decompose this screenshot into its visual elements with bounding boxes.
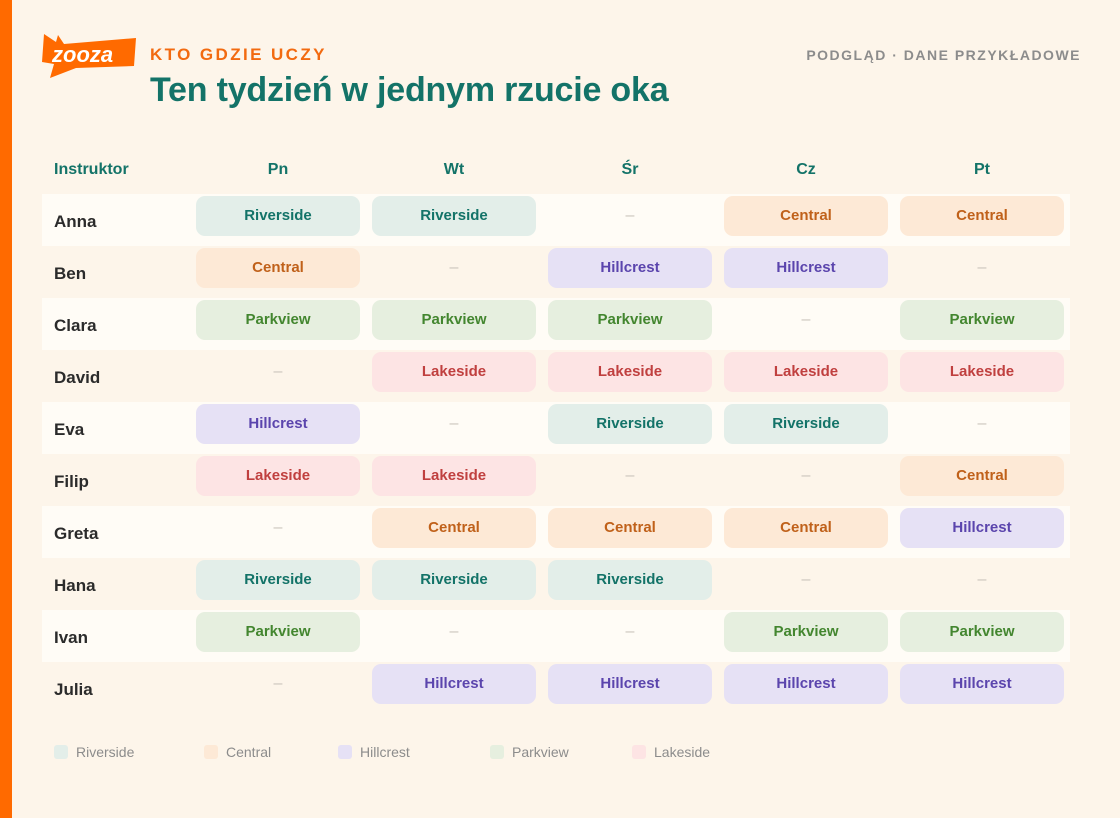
- location-chip-wed[interactable]: Lakeside: [548, 352, 712, 392]
- empty-cell-fri: –: [977, 259, 987, 276]
- empty-cell-fri: –: [977, 571, 987, 588]
- table-row: Filip Lakeside Lakeside – – Central: [42, 454, 1070, 506]
- page-kicker: KTO GDZIE UCZY: [150, 45, 327, 64]
- empty-cell-thu: –: [801, 467, 811, 484]
- location-chip-thu[interactable]: Central: [724, 508, 888, 548]
- instructor-name: Hana: [54, 576, 96, 595]
- legend-item: Parkview: [490, 742, 569, 762]
- empty-cell-fri: –: [977, 415, 987, 432]
- instructor-name: Greta: [54, 524, 99, 543]
- empty-cell-tue: –: [449, 623, 459, 640]
- empty-cell-mon: –: [273, 675, 283, 692]
- legend-item: Central: [204, 742, 271, 762]
- accent-bar: [0, 0, 12, 818]
- legend-label: Central: [226, 744, 272, 760]
- legend-item: Riverside: [54, 742, 134, 762]
- empty-cell-thu: –: [801, 311, 811, 328]
- day-header-thu: Cz: [796, 161, 816, 178]
- table-header: Instruktor Pn Wt Śr Cz Pt: [42, 150, 1070, 190]
- location-chip-fri[interactable]: Central: [900, 196, 1064, 236]
- instructor-name: David: [54, 368, 101, 387]
- location-chip-thu[interactable]: Hillcrest: [724, 664, 888, 704]
- instructor-name: Anna: [54, 212, 97, 231]
- day-header-fri: Pt: [974, 161, 990, 178]
- day-header-tue: Wt: [443, 161, 465, 178]
- location-chip-mon[interactable]: Central: [196, 248, 360, 288]
- page-title: Ten tydzień w jednym rzucie oka: [150, 71, 669, 109]
- location-chip-thu[interactable]: Parkview: [724, 612, 888, 652]
- location-chip-mon[interactable]: Lakeside: [196, 456, 360, 496]
- location-chip-mon[interactable]: Hillcrest: [196, 404, 360, 444]
- location-chip-tue[interactable]: Parkview: [372, 300, 536, 340]
- empty-cell-wed: –: [625, 207, 635, 224]
- location-chip-fri[interactable]: Central: [900, 456, 1064, 496]
- location-chip-fri[interactable]: Hillcrest: [900, 508, 1064, 548]
- location-chip-thu[interactable]: Lakeside: [724, 352, 888, 392]
- instructor-name: Eva: [54, 420, 85, 439]
- table-row: Greta – Central Central Central Hillcrest: [42, 506, 1070, 558]
- location-chip-mon[interactable]: Parkview: [196, 300, 360, 340]
- location-chip-fri[interactable]: Parkview: [900, 300, 1064, 340]
- legend-label: Riverside: [76, 744, 135, 760]
- location-chip-mon[interactable]: Riverside: [196, 560, 360, 600]
- instructor-name: Ben: [54, 264, 87, 283]
- table-row: David – Lakeside Lakeside Lakeside Lakeside: [42, 350, 1070, 402]
- legend-swatch: [490, 745, 504, 759]
- instructor-name: Julia: [54, 680, 93, 699]
- location-chip-tue[interactable]: Central: [372, 508, 536, 548]
- location-chip-wed[interactable]: Hillcrest: [548, 248, 712, 288]
- table-row: Julia – Hillcrest Hillcrest Hillcrest Hillcre…: [42, 662, 1070, 714]
- legend-label: Parkview: [512, 744, 569, 760]
- empty-cell-wed: –: [625, 467, 635, 484]
- location-chip-thu[interactable]: Central: [724, 196, 888, 236]
- location-chip-wed[interactable]: Parkview: [548, 300, 712, 340]
- legend-item: Hillcrest: [338, 742, 410, 762]
- instructor-name: Clara: [54, 316, 97, 335]
- empty-cell-tue: –: [449, 415, 459, 432]
- table-row: Ivan Parkview – – Parkview Parkview: [42, 610, 1070, 662]
- empty-cell-tue: –: [449, 259, 459, 276]
- zooza-logo: zooza: [42, 34, 136, 78]
- empty-cell-wed: –: [625, 623, 635, 640]
- location-chip-tue[interactable]: Lakeside: [372, 456, 536, 496]
- location-chip-wed[interactable]: Riverside: [548, 404, 712, 444]
- location-chip-thu[interactable]: Riverside: [724, 404, 888, 444]
- table-row: Hana Riverside Riverside Riverside – –: [42, 558, 1070, 610]
- location-chip-wed[interactable]: Riverside: [548, 560, 712, 600]
- location-chip-tue[interactable]: Riverside: [372, 196, 536, 236]
- location-chip-tue[interactable]: Riverside: [372, 560, 536, 600]
- location-chip-wed[interactable]: Central: [548, 508, 712, 548]
- instructor-name: Ivan: [54, 628, 89, 647]
- day-header-mon: Pn: [267, 161, 289, 178]
- legend-label: Hillcrest: [360, 744, 410, 760]
- empty-cell-mon: –: [273, 363, 283, 380]
- legend-item: Lakeside: [632, 742, 710, 762]
- legend-label: Lakeside: [654, 744, 711, 760]
- legend-swatch: [204, 745, 218, 759]
- table-row: Eva Hillcrest – Riverside Riverside –: [42, 402, 1070, 454]
- location-chip-mon[interactable]: Parkview: [196, 612, 360, 652]
- location-chip-mon[interactable]: Riverside: [196, 196, 360, 236]
- location-chip-fri[interactable]: Parkview: [900, 612, 1064, 652]
- instructor-column-header: Instruktor: [54, 161, 129, 178]
- table-row: Clara Parkview Parkview Parkview – Parkview: [42, 298, 1070, 350]
- location-chip-thu[interactable]: Hillcrest: [724, 248, 888, 288]
- schedule-table: Anna Riverside Riverside – Central Central Ben…: [42, 194, 1070, 714]
- location-chip-fri[interactable]: Lakeside: [900, 352, 1064, 392]
- day-header-wed: Śr: [621, 161, 639, 178]
- legend-swatch: [632, 745, 646, 759]
- empty-cell-mon: –: [273, 519, 283, 536]
- svg-text:zooza: zooza: [51, 42, 113, 67]
- location-chip-tue[interactable]: Hillcrest: [372, 664, 536, 704]
- legend-swatch: [54, 745, 68, 759]
- empty-cell-thu: –: [801, 571, 811, 588]
- table-row: Anna Riverside Riverside – Central Central: [42, 194, 1070, 246]
- table-row: Ben Central – Hillcrest Hillcrest –: [42, 246, 1070, 298]
- location-chip-wed[interactable]: Hillcrest: [548, 664, 712, 704]
- location-chip-fri[interactable]: Hillcrest: [900, 664, 1064, 704]
- preview-badge: PODGLĄD · DANE PRZYKŁADOWE: [806, 47, 1081, 63]
- instructor-name: Filip: [54, 472, 89, 491]
- legend-swatch: [338, 745, 352, 759]
- location-chip-tue[interactable]: Lakeside: [372, 352, 536, 392]
